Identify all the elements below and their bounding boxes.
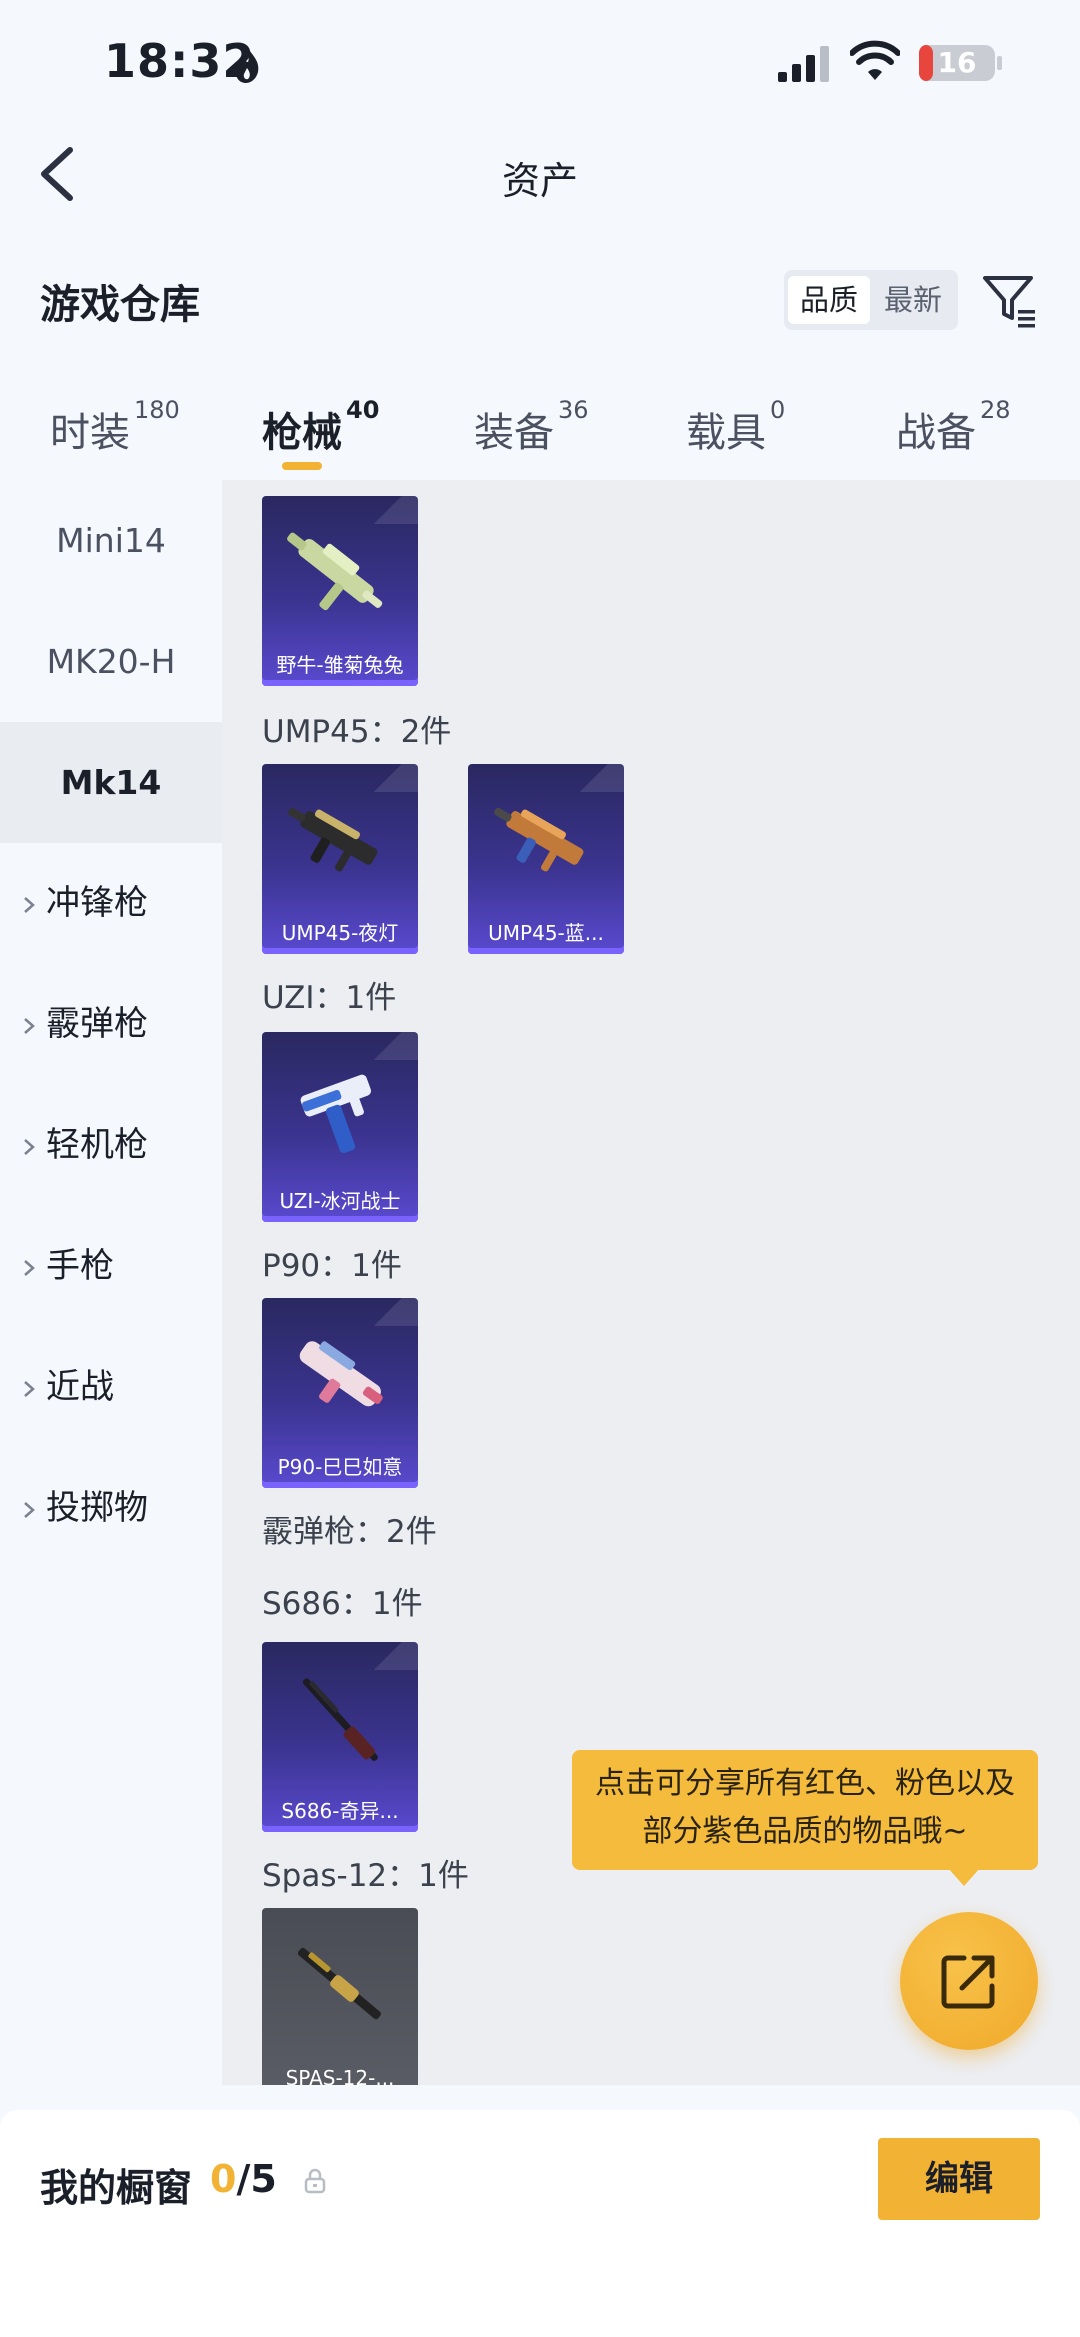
tab-supplies[interactable]: 战备 28 xyxy=(896,396,1011,458)
sidebar-group-throwable[interactable]: 投掷物 xyxy=(22,1448,148,1569)
page-title: 资产 xyxy=(501,159,578,203)
tab-fashion-count: 180 xyxy=(134,396,180,424)
item-card[interactable]: UMP45-夜灯 xyxy=(262,764,418,954)
tab-vehicles-label: 载具 xyxy=(686,410,766,456)
gun-skin-image xyxy=(287,532,383,611)
showcase-current: 0 xyxy=(210,2157,237,2201)
gun-skin-image xyxy=(299,1341,383,1407)
chevron-right-icon xyxy=(24,1017,35,1034)
card-name: P90-巳巳如意 xyxy=(277,1455,403,1479)
sidebar-item-mk20h[interactable]: MK20-H xyxy=(0,601,222,722)
tab-supplies-count: 28 xyxy=(980,396,1011,424)
sidebar-group-label: 近战 xyxy=(46,1367,114,1407)
tooltip-arrow xyxy=(948,1868,980,1886)
battery-level: 16 xyxy=(937,46,977,79)
tab-equipment[interactable]: 装备 36 xyxy=(474,396,589,458)
sidebar-group-label: 轻机枪 xyxy=(46,1125,148,1165)
sidebar-group-pistol[interactable]: 手枪 xyxy=(22,1206,114,1327)
tab-fashion[interactable]: 时装 180 xyxy=(50,396,180,458)
chevron-right-icon xyxy=(24,1380,35,1397)
tooltip-line-2: 部分紫色品质的物品哦~ xyxy=(642,1814,968,1849)
tab-supplies-label: 战备 xyxy=(896,410,976,456)
section-label: S686：1件 xyxy=(262,1586,423,1622)
item-card[interactable]: P90-巳巳如意 xyxy=(262,1298,418,1488)
section-label: Spas-12：1件 xyxy=(262,1858,469,1894)
tab-fashion-label: 时装 xyxy=(50,410,130,456)
sidebar-group-label: 冲锋枪 xyxy=(46,883,148,923)
warehouse-title: 游戏仓库 xyxy=(40,282,200,328)
share-tooltip: 点击可分享所有红色、粉色以及 部分紫色品质的物品哦~ xyxy=(572,1750,1038,1870)
card-name: UMP45-蓝... xyxy=(488,921,604,945)
item-card[interactable]: UMP45-蓝... xyxy=(468,764,624,954)
item-card[interactable]: S686-奇异... xyxy=(262,1642,418,1832)
tab-equipment-count: 36 xyxy=(558,396,589,424)
showcase-total: /5 xyxy=(236,2157,277,2201)
tab-firearms-label: 枪械 xyxy=(262,410,342,456)
sidebar-group-label: 霰弹枪 xyxy=(46,1004,148,1044)
gun-skin-image xyxy=(302,1678,378,1761)
chevron-right-icon xyxy=(24,896,35,913)
edit-button[interactable]: 编辑 xyxy=(878,2138,1040,2220)
lock-icon xyxy=(304,2168,326,2194)
active-tab-indicator xyxy=(282,462,322,470)
tab-equipment-label: 装备 xyxy=(474,410,554,456)
sidebar-group-melee[interactable]: 近战 xyxy=(22,1327,114,1448)
sidebar-group-smg[interactable]: 冲锋枪 xyxy=(22,843,148,964)
item-card[interactable]: SPAS-12-... xyxy=(262,1908,418,2085)
card-name: UZI-冰河战士 xyxy=(279,1189,401,1213)
card-name: UMP45-夜灯 xyxy=(281,921,399,945)
section-label: 霰弹枪：2件 xyxy=(262,1514,437,1550)
card-name: SPAS-12-... xyxy=(285,2066,395,2085)
sort-quality-option[interactable]: 品质 xyxy=(788,276,870,324)
sort-newest-option[interactable]: 最新 xyxy=(872,276,954,324)
share-button[interactable] xyxy=(900,1912,1038,2050)
filter-icon[interactable] xyxy=(982,272,1038,328)
sidebar-group-label: 投掷物 xyxy=(46,1488,148,1528)
section-label: UMP45：2件 xyxy=(262,714,452,750)
sidebar-item-mk14[interactable]: Mk14 xyxy=(0,722,222,843)
gun-skin-image xyxy=(300,1074,372,1154)
card-name: S686-奇异... xyxy=(281,1799,399,1823)
tab-firearms[interactable]: 枪械 40 xyxy=(262,396,379,458)
gun-skin-image xyxy=(288,807,378,872)
showcase-count: 0/5 xyxy=(210,2157,277,2201)
flame-icon xyxy=(235,46,259,83)
wifi-icon xyxy=(850,40,900,80)
chevron-right-icon xyxy=(24,1259,35,1276)
tab-vehicles-count: 0 xyxy=(770,396,786,424)
chevron-right-icon xyxy=(24,1501,35,1518)
gun-skin-image xyxy=(494,807,584,872)
signal-icon xyxy=(778,46,829,82)
item-card[interactable]: 野牛-雏菊兔兔 xyxy=(262,496,418,686)
tab-vehicles[interactable]: 载具 0 xyxy=(686,396,785,458)
tooltip-line-1: 点击可分享所有红色、粉色以及 xyxy=(595,1766,1015,1801)
chevron-right-icon xyxy=(24,1138,35,1155)
item-card[interactable]: UZI-冰河战士 xyxy=(262,1032,418,1222)
battery-icon: 16 xyxy=(918,44,1004,82)
sort-toggle: 品质 最新 xyxy=(784,270,958,330)
gun-skin-image xyxy=(297,1947,381,2020)
sidebar-group-lmg[interactable]: 轻机枪 xyxy=(22,1085,148,1206)
category-sidebar: Mini14 MK20-H Mk14 冲锋枪 霰弹枪 轻机枪 手枪 近战 投掷物 xyxy=(0,480,222,2085)
sidebar-item-mini14[interactable]: Mini14 xyxy=(0,480,222,601)
tab-firearms-count: 40 xyxy=(346,396,380,424)
section-label: UZI：1件 xyxy=(262,980,397,1016)
sidebar-group-shotgun[interactable]: 霰弹枪 xyxy=(22,964,148,1085)
share-icon xyxy=(941,1955,995,2009)
card-name: 野牛-雏菊兔兔 xyxy=(276,653,404,677)
showcase-label: 我的橱窗 xyxy=(40,2166,193,2210)
section-label: P90：1件 xyxy=(262,1248,402,1284)
sidebar-group-label: 手枪 xyxy=(46,1246,114,1286)
